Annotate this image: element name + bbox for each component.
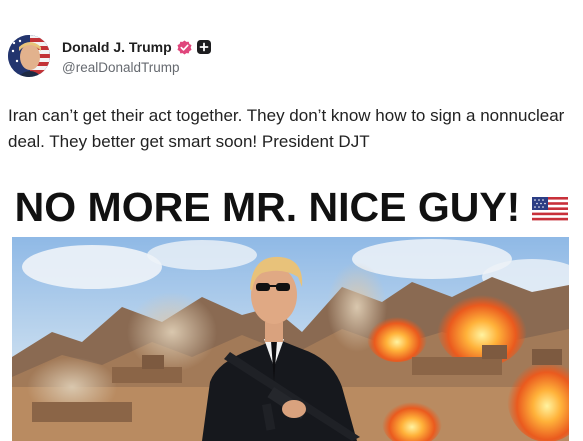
- post-image[interactable]: [12, 237, 569, 441]
- image-headline: NO MORE MR. NICE GUY!: [14, 184, 521, 230]
- post-text: Iran can’t get their act together. They …: [8, 106, 565, 151]
- us-flag-emoji: [532, 196, 569, 221]
- post-header: Donald J. Trump @realDonaldTrump: [8, 32, 211, 80]
- verified-badge-icon: [177, 39, 192, 55]
- author-avatar[interactable]: [8, 35, 50, 77]
- name-row: Donald J. Trump: [62, 37, 211, 57]
- author-display-name[interactable]: Donald J. Trump: [62, 39, 172, 55]
- plus-icon[interactable]: [196, 40, 211, 54]
- author-names: Donald J. Trump @realDonaldTrump: [62, 37, 211, 75]
- image-headline-block: NO MORE MR. NICE GUY!: [0, 184, 583, 231]
- author-handle[interactable]: @realDonaldTrump: [62, 60, 211, 75]
